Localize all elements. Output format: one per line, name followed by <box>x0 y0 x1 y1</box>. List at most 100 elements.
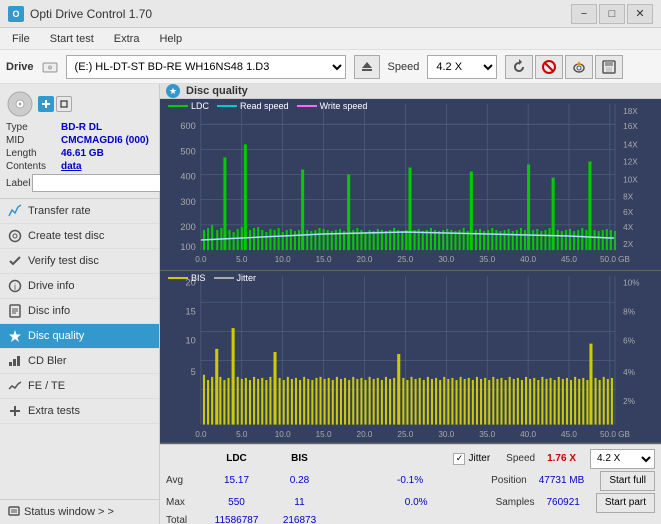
sidebar-item-verify-test-disc[interactable]: Verify test disc <box>0 249 159 274</box>
stats-avg-row: Avg 15.17 0.28 -0.1% Position 47731 MB S… <box>166 471 655 491</box>
disc-buttons <box>38 96 72 112</box>
maximize-button[interactable]: □ <box>599 4 625 24</box>
svg-text:16X: 16X <box>623 122 638 131</box>
sidebar-item-transfer-rate[interactable]: Transfer rate <box>0 199 159 224</box>
position-label: Position <box>491 475 527 486</box>
stats-total-row: Total 11586787 216873 <box>166 515 655 524</box>
svg-text:4%: 4% <box>623 368 635 377</box>
sidebar-item-extra-tests[interactable]: Extra tests <box>0 399 159 424</box>
app-title: Opti Drive Control 1.70 <box>30 7 152 21</box>
svg-text:15.0: 15.0 <box>316 430 332 439</box>
svg-text:20.0: 20.0 <box>357 430 373 439</box>
sidebar-item-drive-info[interactable]: i Drive info <box>0 274 159 299</box>
eject-button[interactable] <box>354 55 380 79</box>
svg-text:i: i <box>14 282 16 292</box>
menu-help[interactable]: Help <box>151 31 190 47</box>
label-row: Label <box>6 174 153 192</box>
svg-text:2X: 2X <box>623 240 634 249</box>
start-part-button[interactable]: Start part <box>596 493 655 513</box>
speed-value: 1.76 X <box>547 453 576 464</box>
disc-quality-header: ★ Disc quality <box>160 84 661 99</box>
drive-label: Drive <box>6 61 34 73</box>
svg-text:35.0: 35.0 <box>479 430 495 439</box>
save-button[interactable] <box>595 55 623 79</box>
svg-text:30.0: 30.0 <box>438 255 454 264</box>
disc-quality-icon <box>8 329 22 343</box>
disc-quality-header-icon: ★ <box>166 84 180 98</box>
svg-text:18X: 18X <box>623 107 638 116</box>
jitter-checkbox[interactable]: ✓ <box>453 453 465 465</box>
svg-text:45.0: 45.0 <box>561 255 577 264</box>
position-val: 47731 MB <box>539 475 585 486</box>
nav-label-cd-bler: CD Bler <box>28 355 67 367</box>
disc-section: Type BD-R DL MID CMCMAGDI6 (000) Length … <box>0 84 159 199</box>
svg-text:600: 600 <box>180 121 195 131</box>
max-ldc: 550 <box>209 497 264 508</box>
avg-label: Avg <box>166 475 201 486</box>
ldc-chart-svg: 600 500 400 300 200 100 18X 16X 14X 12X … <box>160 99 661 270</box>
speed-label: Speed <box>388 61 420 73</box>
svg-text:25.0: 25.0 <box>397 430 413 439</box>
sidebar-item-cd-bler[interactable]: CD Bler <box>0 349 159 374</box>
disc-mid-row: MID CMCMAGDI6 (000) <box>6 135 153 146</box>
svg-text:5.0: 5.0 <box>236 430 248 439</box>
stats-bar: LDC BIS ✓ Jitter Speed 1.76 X 4.2 X Avg … <box>160 444 661 524</box>
svg-text:500: 500 <box>180 146 195 156</box>
chart-legend-top: LDC Read speed Write speed <box>168 101 367 111</box>
svg-text:8X: 8X <box>623 193 634 202</box>
nav-label-disc-info: Disc info <box>28 305 70 317</box>
status-window-button[interactable]: Status window > > <box>0 499 159 524</box>
speed-select2[interactable]: 4.2 X <box>590 449 655 469</box>
disc-icon <box>6 90 34 118</box>
label-input[interactable] <box>32 174 170 192</box>
refresh-button[interactable] <box>505 55 533 79</box>
stats-header-row: LDC BIS ✓ Jitter Speed 1.76 X 4.2 X <box>166 449 655 469</box>
minimize-button[interactable]: − <box>571 4 597 24</box>
start-full-button[interactable]: Start full <box>600 471 655 491</box>
sidebar-item-fe-te[interactable]: FE / TE <box>0 374 159 399</box>
bis-chart-svg: 20 15 10 5 10% 8% 6% 4% 2% <box>160 271 661 442</box>
svg-text:15: 15 <box>186 307 196 317</box>
erase-button[interactable] <box>535 55 563 79</box>
disc-btn2[interactable] <box>56 96 72 112</box>
avg-ldc: 15.17 <box>209 475 264 486</box>
nav-label-disc-quality: Disc quality <box>28 330 84 342</box>
close-button[interactable]: ✕ <box>627 4 653 24</box>
sidebar-item-disc-quality[interactable]: Disc quality <box>0 324 159 349</box>
main-area: Type BD-R DL MID CMCMAGDI6 (000) Length … <box>0 84 661 524</box>
svg-text:0.0: 0.0 <box>195 430 207 439</box>
menu-extra[interactable]: Extra <box>106 31 148 47</box>
nav-label-verify-test-disc: Verify test disc <box>28 255 99 267</box>
disc-btn1[interactable] <box>38 96 54 112</box>
svg-text:45.0: 45.0 <box>561 430 577 439</box>
svg-text:10.0: 10.0 <box>275 430 291 439</box>
disc-info-icon <box>8 304 22 318</box>
svg-text:40.0: 40.0 <box>520 430 536 439</box>
cd-bler-icon <box>8 354 22 368</box>
legend-jitter: Jitter <box>214 273 257 283</box>
speed-select[interactable]: 4.2 X <box>427 55 497 79</box>
svg-text:10%: 10% <box>623 279 640 288</box>
svg-text:35.0: 35.0 <box>479 255 495 264</box>
title-bar: O Opti Drive Control 1.70 − □ ✕ <box>0 0 661 28</box>
col-header-bis: BIS <box>272 453 327 464</box>
bis-chart: BIS Jitter <box>160 271 661 443</box>
app-icon: O <box>8 6 24 22</box>
menu-file[interactable]: File <box>4 31 38 47</box>
svg-text:14X: 14X <box>623 140 638 149</box>
max-bis: 11 <box>272 497 327 508</box>
sidebar-item-create-test-disc[interactable]: Create test disc <box>0 224 159 249</box>
disc-contents-row: Contents data <box>6 161 153 172</box>
svg-text:10X: 10X <box>623 176 638 185</box>
total-bis: 216873 <box>272 515 327 524</box>
svg-text:5: 5 <box>191 367 196 377</box>
svg-text:15.0: 15.0 <box>316 255 332 264</box>
menu-bar: File Start test Extra Help <box>0 28 661 50</box>
fe-te-icon <box>8 379 22 393</box>
menu-start-test[interactable]: Start test <box>42 31 102 47</box>
sidebar-item-disc-info[interactable]: Disc info <box>0 299 159 324</box>
svg-text:20.0: 20.0 <box>357 255 373 264</box>
sidebar: Type BD-R DL MID CMCMAGDI6 (000) Length … <box>0 84 160 524</box>
burn-button[interactable] <box>565 55 593 79</box>
drive-select[interactable]: (E:) HL-DT-ST BD-RE WH16NS48 1.D3 <box>66 55 346 79</box>
